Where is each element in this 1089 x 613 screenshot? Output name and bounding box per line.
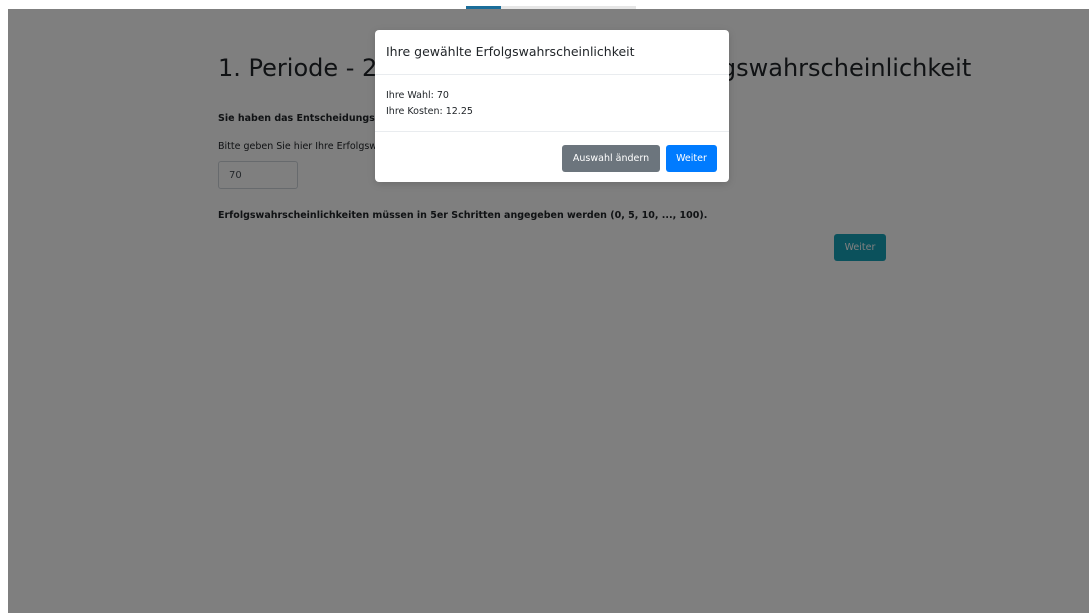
- modal-footer: Auswahl ändern Weiter: [375, 131, 729, 183]
- confirm-button[interactable]: Weiter: [666, 145, 717, 172]
- modal-header: Ihre gewählte Erfolgswahrscheinlichkeit: [375, 30, 729, 75]
- choice-line: Ihre Wahl: 70: [386, 90, 449, 101]
- modal-title: Ihre gewählte Erfolgswahrscheinlichkeit: [386, 44, 635, 59]
- cost-line: Ihre Kosten: 12.25: [386, 106, 473, 117]
- confirmation-modal: Ihre gewählte Erfolgswahrscheinlichkeit …: [375, 30, 729, 182]
- modal-body: Ihre Wahl: 70 Ihre Kosten: 12.25: [386, 88, 473, 120]
- change-selection-button[interactable]: Auswahl ändern: [562, 145, 660, 172]
